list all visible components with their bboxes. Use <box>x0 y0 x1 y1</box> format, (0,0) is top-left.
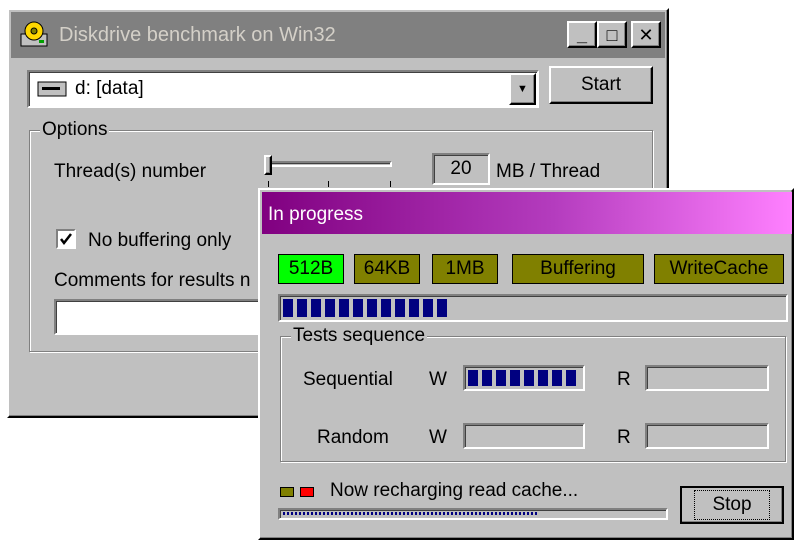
minimize-icon: _ <box>576 24 587 45</box>
progress-title: In progress <box>268 204 364 225</box>
random-r-bar <box>645 423 769 449</box>
slider-tick <box>328 181 329 187</box>
chip-label: Buffering <box>540 258 616 279</box>
status-indicator-red <box>300 487 314 497</box>
main-titlebar[interactable]: Diskdrive benchmark on Win32 _ □ ✕ <box>11 12 665 58</box>
slider-tick <box>268 181 269 187</box>
sequential-r-label: R <box>617 369 631 390</box>
tests-sequence-group: Tests sequence Sequential W R Random W R <box>280 326 786 462</box>
sequential-w-bar <box>463 365 585 391</box>
minimize-button[interactable]: _ <box>567 21 597 48</box>
checkmark-icon <box>60 233 72 246</box>
comments-label: Comments for results n <box>54 270 251 291</box>
slider-track <box>266 161 392 167</box>
chip-label: 1MB <box>445 258 485 279</box>
chevron-down-icon[interactable]: ▼ <box>509 73 536 105</box>
drive-icon <box>37 81 67 97</box>
no-buffering-label: No buffering only <box>88 230 232 251</box>
maximize-icon: □ <box>606 24 618 45</box>
status-indicator-olive <box>280 487 294 497</box>
drive-select[interactable]: d: [data] ▼ <box>27 70 539 108</box>
chip-label: 512B <box>288 258 334 279</box>
no-buffering-checkbox[interactable] <box>56 229 76 249</box>
sequential-label: Sequential <box>303 369 393 390</box>
chip-1mb: 1MB <box>432 254 498 284</box>
chip-label: 64KB <box>363 258 411 279</box>
slider-thumb[interactable] <box>264 155 272 175</box>
progress-titlebar[interactable]: In progress <box>262 192 792 234</box>
status-progress-fill <box>283 512 540 515</box>
random-r-label: R <box>617 427 631 448</box>
sequential-w-fill <box>468 370 580 386</box>
window-title: Diskdrive benchmark on Win32 <box>59 24 336 46</box>
disk-app-icon <box>19 20 49 48</box>
random-w-bar <box>463 423 585 449</box>
sequential-r-bar <box>645 365 769 391</box>
progress-dialog: In progress 512B 64KB 1MB Buffering Writ… <box>258 188 794 540</box>
start-button[interactable]: Start <box>549 66 653 104</box>
close-button[interactable]: ✕ <box>631 21 661 48</box>
status-text: Now recharging read cache... <box>330 480 579 501</box>
thread-slider[interactable] <box>262 155 402 191</box>
status-progress-bar <box>278 508 668 520</box>
drive-select-value: d: [data] <box>75 78 144 99</box>
random-label: Random <box>317 427 389 448</box>
mb-unit-label: MB / Thread <box>496 161 601 182</box>
stop-button-label: Stop <box>694 490 770 520</box>
stop-button[interactable]: Stop <box>680 486 784 524</box>
chip-label: WriteCache <box>669 258 769 279</box>
maximize-button[interactable]: □ <box>597 21 627 48</box>
sequential-w-label: W <box>429 369 447 390</box>
mb-value: 20 <box>432 153 490 185</box>
options-legend: Options <box>40 119 110 140</box>
overall-progress-fill <box>283 299 450 317</box>
slider-tick <box>390 181 391 187</box>
chip-64kb: 64KB <box>354 254 420 284</box>
chip-512b: 512B <box>278 254 344 284</box>
chip-buffering: Buffering <box>512 254 644 284</box>
tests-sequence-legend: Tests sequence <box>291 325 428 346</box>
random-w-label: W <box>429 427 447 448</box>
thread-label: Thread(s) number <box>54 161 207 182</box>
close-icon: ✕ <box>638 24 654 45</box>
chip-writecache: WriteCache <box>654 254 784 284</box>
mb-value-text: 20 <box>450 158 472 179</box>
overall-progress-bar <box>278 294 788 322</box>
